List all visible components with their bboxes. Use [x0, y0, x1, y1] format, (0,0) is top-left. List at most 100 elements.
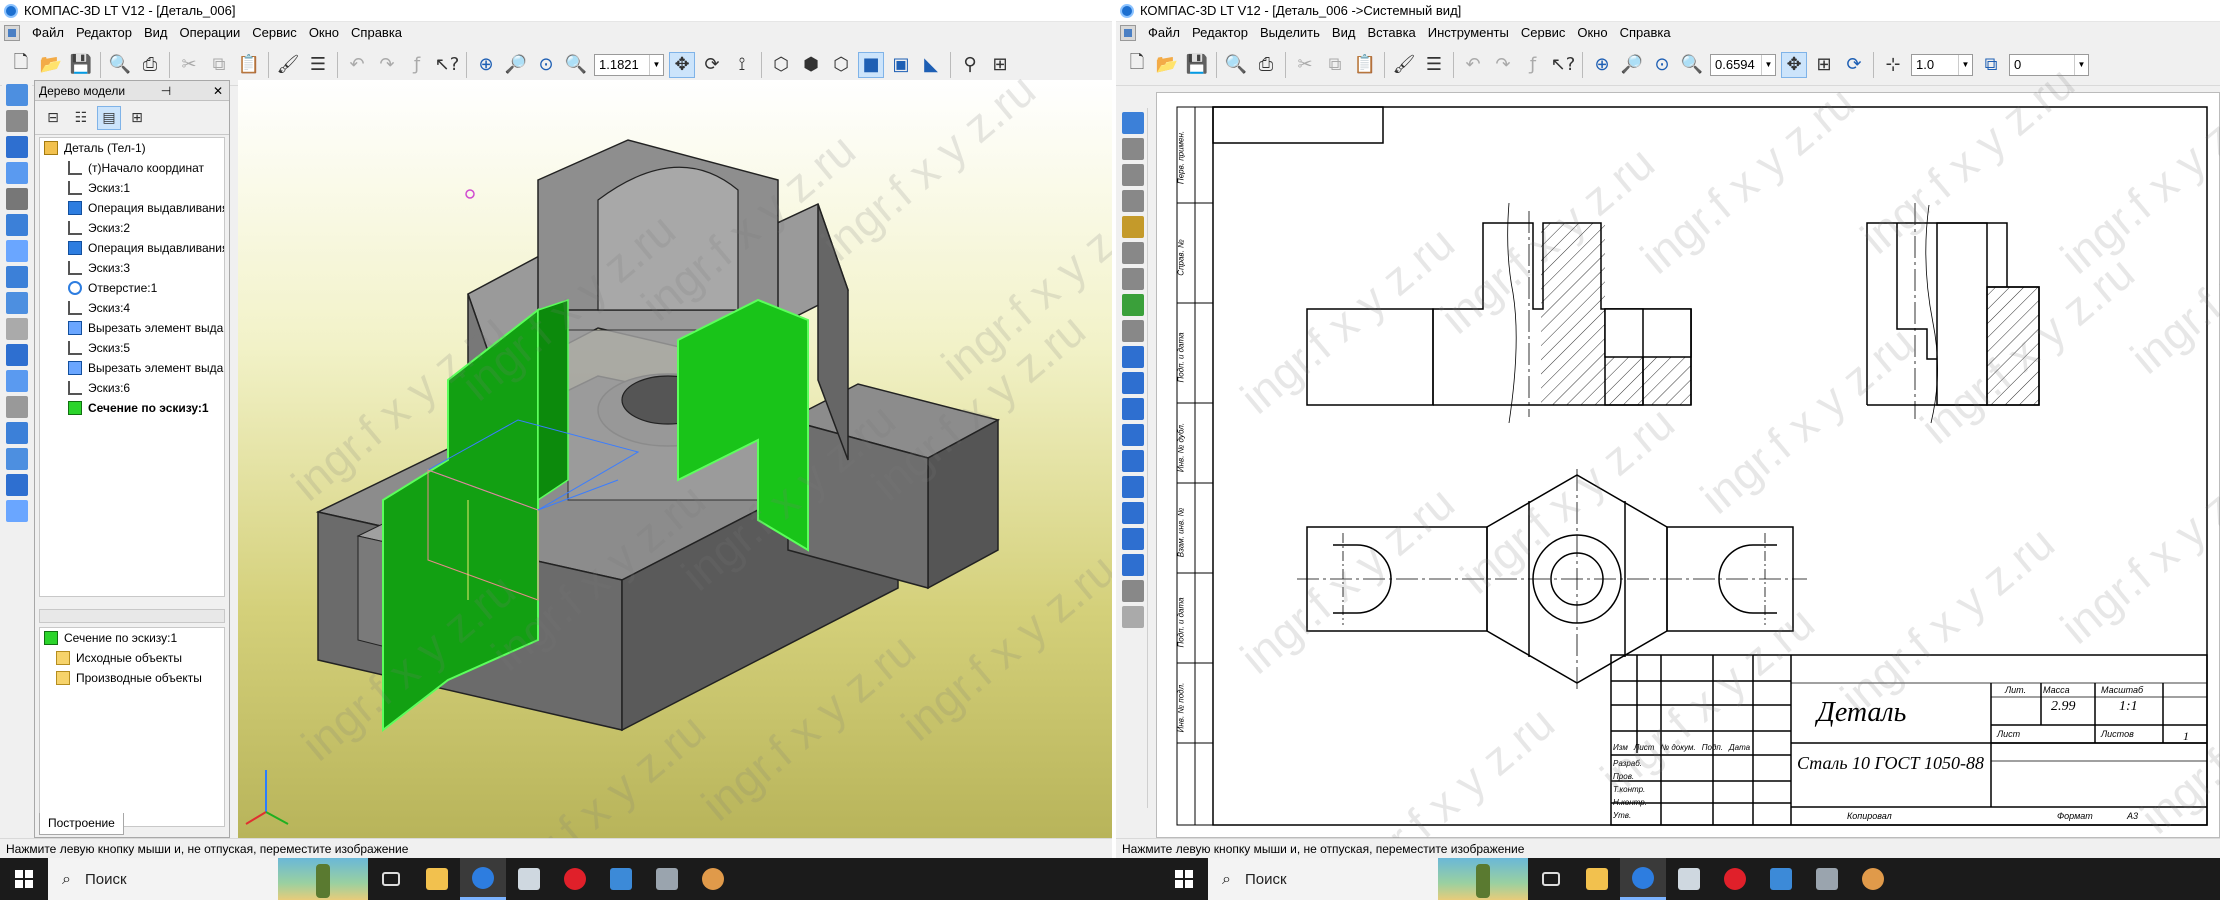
- designations-icon[interactable]: [1121, 164, 1144, 186]
- zoom-combo[interactable]: 1.1821 ▼: [594, 53, 664, 76]
- menu-file[interactable]: Файл: [26, 22, 70, 44]
- tree-node[interactable]: Эскиз:2: [40, 218, 224, 238]
- copy-icon[interactable]: ⧉: [1322, 52, 1348, 78]
- shaded-icon[interactable]: ■: [858, 51, 884, 78]
- rotate-op-icon[interactable]: [6, 162, 28, 184]
- menu-editor[interactable]: Редактор: [1186, 22, 1254, 44]
- cut-icon[interactable]: ✂: [176, 52, 202, 78]
- line-icon[interactable]: [1121, 372, 1144, 394]
- close-icon[interactable]: ✕: [213, 84, 223, 98]
- app-icon-4[interactable]: [690, 858, 736, 900]
- hidden-lines-icon[interactable]: ⬢: [798, 52, 824, 78]
- menu-service[interactable]: Сервис: [1515, 22, 1572, 44]
- menu-help[interactable]: Справка: [1614, 22, 1677, 44]
- layer-icon[interactable]: ⧉: [1978, 52, 2004, 78]
- zoom-fit-icon[interactable]: ⊙: [533, 52, 559, 78]
- array-icon[interactable]: [6, 396, 28, 418]
- zoom-in-icon[interactable]: 🔎: [503, 52, 529, 78]
- menu-operations[interactable]: Операции: [173, 22, 246, 44]
- dimensions-icon[interactable]: [1121, 138, 1144, 160]
- properties-icon[interactable]: ☰: [305, 52, 331, 78]
- fx-icon[interactable]: ƒ: [404, 52, 430, 78]
- pan-icon[interactable]: ✥: [669, 51, 695, 78]
- menu-view[interactable]: Вид: [1326, 22, 1362, 44]
- tree-node[interactable]: (т)Начало координат: [40, 158, 224, 178]
- measure-icon[interactable]: [1121, 242, 1144, 264]
- extrude-icon[interactable]: [6, 136, 28, 158]
- explorer-icon[interactable]: [1574, 858, 1620, 900]
- tree-node[interactable]: Сечение по эскизу:1: [40, 628, 224, 648]
- print-icon[interactable]: ⎙: [1253, 52, 1279, 78]
- line-scale-combo[interactable]: 1.0 ▼: [1911, 53, 1973, 76]
- ellipse-icon[interactable]: [1121, 476, 1144, 498]
- menu-view[interactable]: Вид: [138, 22, 174, 44]
- circle-icon[interactable]: [1121, 424, 1144, 446]
- new-icon[interactable]: 🗋: [8, 52, 34, 78]
- kompas-taskbar-icon[interactable]: [460, 858, 506, 900]
- tree-node[interactable]: Отверстие:1: [40, 278, 224, 298]
- select-icon[interactable]: [1121, 268, 1144, 290]
- undo-icon[interactable]: ↶: [1460, 52, 1486, 78]
- parametrize-icon[interactable]: [1121, 216, 1144, 238]
- open-icon[interactable]: 📂: [38, 52, 64, 78]
- dimension-icon[interactable]: [6, 188, 28, 210]
- associative-views-icon[interactable]: [1121, 294, 1144, 316]
- app-icon-3[interactable]: [1804, 858, 1850, 900]
- snap-icon[interactable]: ⊹: [1880, 52, 1906, 78]
- format-brush-icon[interactable]: 🖌: [1391, 52, 1417, 78]
- tree-node[interactable]: Эскиз:3: [40, 258, 224, 278]
- tree-node[interactable]: Вырезать элемент выдав: [40, 358, 224, 378]
- menu-window[interactable]: Окно: [303, 22, 345, 44]
- tree-node[interactable]: Исходные объекты: [40, 648, 224, 668]
- app-icon-1[interactable]: [1666, 858, 1712, 900]
- sketch-icon[interactable]: [6, 110, 28, 132]
- zoom-combo[interactable]: 0.6594 ▼: [1710, 53, 1776, 76]
- redraw-icon[interactable]: ⟳: [1841, 52, 1867, 78]
- perspective-icon[interactable]: ◣: [918, 52, 944, 78]
- axis-icon[interactable]: [6, 474, 28, 496]
- spec-icon[interactable]: [6, 500, 28, 522]
- zoom-scale-icon[interactable]: 🔍: [563, 52, 589, 78]
- save-icon[interactable]: 💾: [1184, 52, 1210, 78]
- filter-icon[interactable]: ⚲: [957, 52, 983, 78]
- hatch-icon[interactable]: [1121, 580, 1144, 602]
- tree-node[interactable]: Эскиз:5: [40, 338, 224, 358]
- print-preview-icon[interactable]: 🔍: [107, 52, 133, 78]
- tree-node[interactable]: Эскиз:4: [40, 298, 224, 318]
- tree-node[interactable]: Эскиз:6: [40, 378, 224, 398]
- app-icon-4[interactable]: [1850, 858, 1896, 900]
- zoom-scale-icon[interactable]: 🔍: [1679, 52, 1705, 78]
- print-preview-icon[interactable]: 🔍: [1223, 52, 1249, 78]
- tree-node[interactable]: Деталь (Тел-1): [40, 138, 224, 158]
- redo-icon[interactable]: ↷: [1490, 52, 1516, 78]
- tab-construction[interactable]: Построение: [39, 813, 124, 835]
- tree-node[interactable]: Вырезать элемент выдав: [40, 318, 224, 338]
- app-icon-2[interactable]: [1758, 858, 1804, 900]
- start-icon[interactable]: [1160, 858, 1208, 900]
- menu-file[interactable]: Файл: [1142, 22, 1186, 44]
- menu-editor[interactable]: Редактор: [70, 22, 138, 44]
- menu-tools[interactable]: Инструменты: [1422, 22, 1515, 44]
- document-system-icon[interactable]: [1120, 25, 1136, 41]
- print-icon[interactable]: ⎙: [137, 52, 163, 78]
- copy-icon[interactable]: ⧉: [206, 52, 232, 78]
- search-box[interactable]: ⌕ Поиск: [48, 858, 278, 900]
- point-icon[interactable]: [1121, 346, 1144, 368]
- fx-icon[interactable]: ƒ: [1520, 52, 1546, 78]
- opera-icon[interactable]: [552, 858, 598, 900]
- task-view-icon[interactable]: [368, 858, 414, 900]
- refresh-view-icon[interactable]: ⊞: [1811, 52, 1837, 78]
- paste-icon[interactable]: 📋: [1352, 52, 1378, 78]
- shaded-edges-icon[interactable]: ▣: [888, 52, 914, 78]
- paste-icon[interactable]: 📋: [236, 52, 262, 78]
- wireframe-icon[interactable]: ⬡: [768, 52, 794, 78]
- task-view-icon[interactable]: [1528, 858, 1574, 900]
- cut-extrude-icon[interactable]: [6, 214, 28, 236]
- plane-icon[interactable]: [6, 448, 28, 470]
- rotate-icon[interactable]: ⟳: [699, 52, 725, 78]
- menu-insert[interactable]: Вставка: [1361, 22, 1421, 44]
- part-edit-icon[interactable]: [6, 84, 28, 106]
- app-icon-2[interactable]: [598, 858, 644, 900]
- tree-view-icon[interactable]: ▤: [97, 105, 121, 130]
- contour-icon[interactable]: [1121, 606, 1144, 628]
